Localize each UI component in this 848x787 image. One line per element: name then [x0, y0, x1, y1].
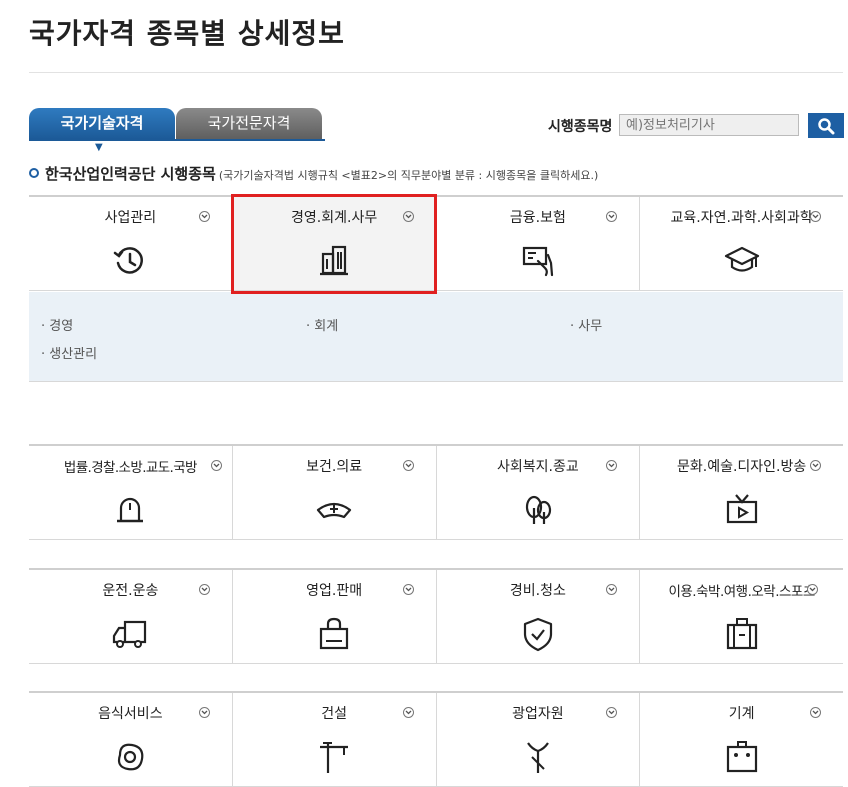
chevron-down-icon[interactable]: [402, 460, 414, 471]
siren-icon: [117, 497, 144, 523]
subcategory-accounting[interactable]: · 회계: [306, 315, 338, 334]
chevron-down-icon[interactable]: [810, 211, 821, 222]
search-button[interactable]: [808, 113, 844, 138]
shopping-bag-icon: [320, 617, 349, 650]
category-food-service[interactable]: 음식서비스: [29, 693, 233, 786]
shield-check-icon: [523, 617, 552, 652]
chevron-down-icon[interactable]: [210, 460, 222, 471]
chevron-down-icon[interactable]: [198, 211, 210, 222]
category-security-cleaning[interactable]: 경비.청소: [437, 570, 641, 663]
chevron-down-icon[interactable]: [810, 707, 821, 718]
crane-icon: [320, 742, 349, 773]
subcategory-management[interactable]: · 경영: [41, 315, 73, 334]
tab-pointer-icon: ▼: [95, 142, 103, 153]
section-note: (국가기술자격법 시행규칙 <별표2>의 직무분야별 분류 : 시행종목을 클릭…: [218, 169, 599, 182]
subcategory-office[interactable]: · 사무: [570, 315, 602, 334]
category-management-accounting-office[interactable]: 경영.회계.사무: [232, 197, 437, 290]
chevron-down-icon[interactable]: [198, 707, 210, 718]
title-divider: [29, 72, 843, 73]
category-driving-transport[interactable]: 운전.운송: [29, 570, 233, 663]
category-construction[interactable]: 건설: [233, 693, 437, 786]
category-row-4: 음식서비스 건설 광업자원 기계: [29, 691, 843, 787]
tab-underline: [29, 139, 325, 141]
nurse-cap-icon: [317, 502, 352, 519]
category-finance-insurance[interactable]: 금융.보험: [437, 197, 641, 290]
category-business-management[interactable]: 사업관리: [29, 197, 233, 290]
category-health-medical[interactable]: 보건.의료: [233, 446, 437, 539]
trees-icon: [525, 495, 551, 524]
tab-national-technical[interactable]: 국가기술자격: [29, 108, 175, 139]
payment-hand-icon: [522, 246, 553, 277]
category-hospitality-travel-sports[interactable]: 이용.숙박.여행.오락.스포츠: [640, 570, 843, 663]
fried-egg-icon: [118, 743, 144, 771]
category-social-welfare-religion[interactable]: 사회복지.종교: [437, 446, 641, 539]
chevron-down-icon[interactable]: [402, 211, 414, 222]
truck-icon: [113, 620, 147, 648]
category-label: 법률.경찰.소방.교도.국방: [63, 460, 198, 476]
tv-icon: [726, 494, 757, 524]
category-culture-art-design[interactable]: 문화.예술.디자인.방송: [640, 446, 843, 539]
category-education-science[interactable]: 교육.자연.과학.사회과학: [640, 197, 843, 290]
page-title: 국가자격 종목별 상세정보: [29, 17, 345, 50]
tab-national-professional[interactable]: 국가전문자격: [176, 108, 322, 139]
category-row-3: 운전.운송 영업.판매 경비.청소 이용.숙박.여행.오락.스포츠: [29, 568, 843, 664]
chevron-down-icon[interactable]: [402, 584, 414, 595]
category-sales[interactable]: 영업.판매: [233, 570, 437, 663]
suitcase-icon: [726, 618, 757, 650]
bullet-icon: [29, 167, 39, 178]
search-icon: [818, 117, 835, 134]
clock-icon: [114, 247, 144, 274]
section-heading: 한국산업인력공단 시행종목 (국가기술자격법 시행규칙 <별표2>의 직무분야별 …: [29, 163, 598, 184]
building-icon: [320, 245, 349, 276]
category-row-1: 사업관리 경영.회계.사무 금융.보험 교육.자연.과학.사회과학: [29, 195, 843, 291]
section-title: 한국산업인력공단 시행종목: [45, 165, 216, 183]
category-mining-resources[interactable]: 광업자원: [437, 693, 641, 786]
pickaxe-icon: [526, 742, 549, 773]
chevron-down-icon[interactable]: [810, 460, 821, 471]
chevron-down-icon[interactable]: [807, 584, 818, 595]
machine-icon: [726, 741, 757, 773]
category-row-2: 법률.경찰.소방.교도.국방 보건.의료 사회복지.종교 문화.예술.디자인.방…: [29, 444, 843, 540]
chevron-down-icon[interactable]: [402, 707, 414, 718]
graduation-cap-icon: [724, 246, 759, 272]
category-law-police-defense[interactable]: 법률.경찰.소방.교도.국방: [29, 446, 233, 539]
search-input[interactable]: [619, 114, 799, 136]
search-label: 시행종목명: [548, 119, 613, 135]
subcategory-production-management[interactable]: · 생산관리: [41, 343, 97, 362]
subcategory-panel: · 경영 · 회계 · 사무 · 생산관리: [29, 292, 843, 382]
category-machinery[interactable]: 기계: [640, 693, 843, 786]
chevron-down-icon[interactable]: [198, 584, 210, 595]
